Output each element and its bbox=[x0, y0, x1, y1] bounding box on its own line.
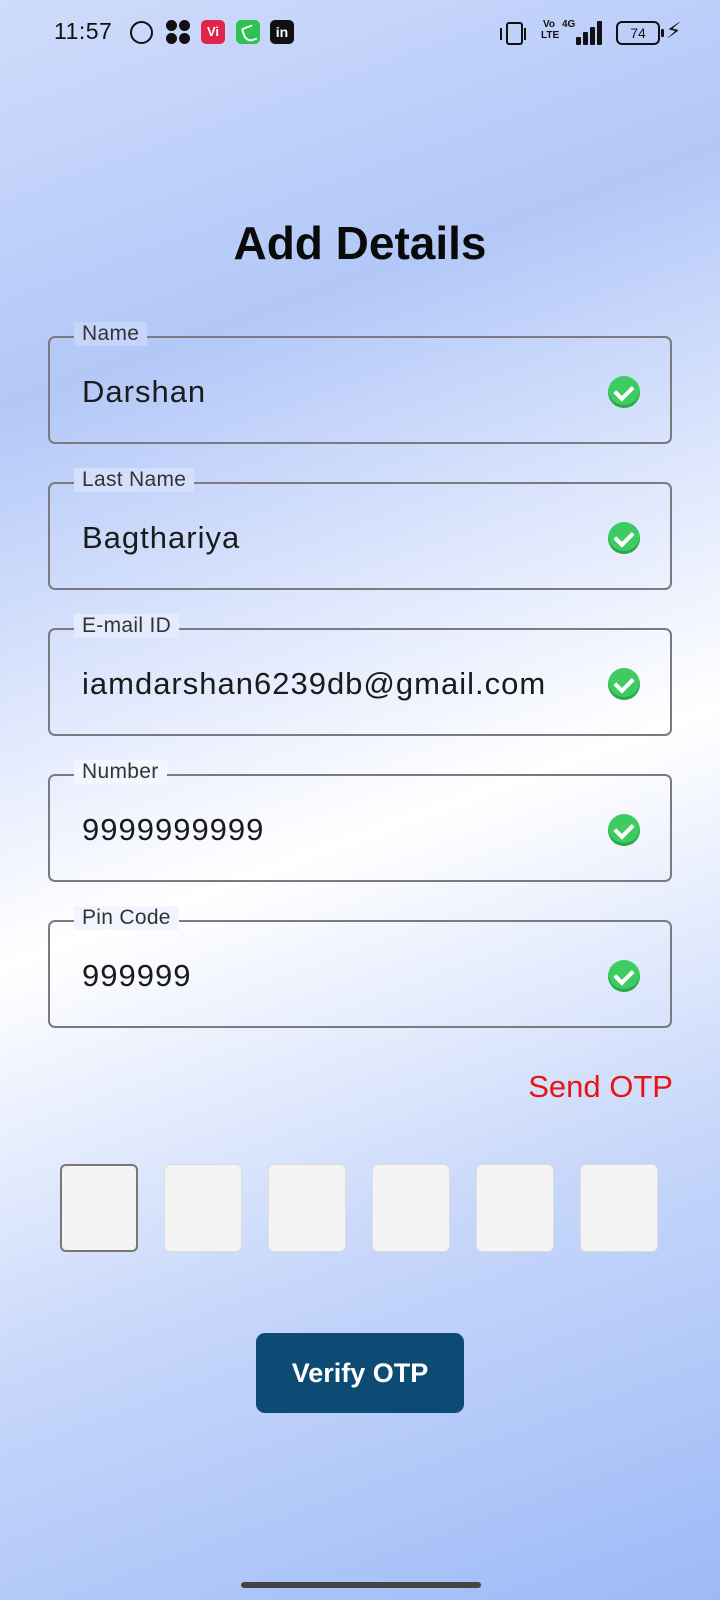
number-field-label: Number bbox=[74, 760, 167, 784]
pin-code-field[interactable]: Pin Code 999999 bbox=[48, 906, 672, 1028]
verify-otp-button[interactable]: Verify OTP bbox=[256, 1333, 464, 1413]
otp-digit-5[interactable] bbox=[476, 1164, 554, 1252]
phone-icon bbox=[236, 20, 260, 44]
vibrate-icon bbox=[500, 22, 526, 45]
name-field-value: Darshan bbox=[82, 374, 207, 409]
check-icon bbox=[608, 376, 640, 408]
check-icon bbox=[608, 960, 640, 992]
last-name-field-value: Bagthariya bbox=[82, 520, 241, 555]
pin-code-field-value: 999999 bbox=[82, 958, 192, 993]
whatsapp-icon bbox=[130, 21, 153, 44]
last-name-field-label: Last Name bbox=[74, 468, 195, 492]
otp-digit-4[interactable] bbox=[372, 1164, 450, 1252]
signal-icon: 4G bbox=[562, 19, 604, 45]
status-bar: 11:57 Vi in Vo LTE 4G 74 ⚡ bbox=[0, 0, 720, 66]
otp-digit-6[interactable] bbox=[580, 1164, 658, 1252]
battery-icon: 74 bbox=[616, 21, 664, 45]
pin-code-field-label: Pin Code bbox=[74, 906, 179, 930]
check-icon bbox=[608, 668, 640, 700]
linkedin-icon: in bbox=[270, 20, 294, 44]
home-indicator[interactable] bbox=[241, 1582, 481, 1588]
name-field-label: Name bbox=[74, 322, 148, 346]
number-field[interactable]: Number 9999999999 bbox=[48, 760, 672, 882]
email-field-value: iamdarshan6239db@gmail.com bbox=[82, 666, 547, 701]
otp-input-row bbox=[60, 1164, 660, 1254]
vi-app-icon: Vi bbox=[201, 20, 225, 44]
battery-level: 74 bbox=[630, 25, 646, 41]
volte-icon: Vo LTE bbox=[541, 19, 560, 41]
page-title: Add Details bbox=[233, 217, 487, 269]
check-icon bbox=[608, 522, 640, 554]
last-name-field[interactable]: Last Name Bagthariya bbox=[48, 468, 672, 590]
status-time: 11:57 bbox=[54, 18, 113, 44]
email-field-label: E-mail ID bbox=[74, 614, 180, 638]
otp-digit-3[interactable] bbox=[268, 1164, 346, 1252]
email-field[interactable]: E-mail ID iamdarshan6239db@gmail.com bbox=[48, 614, 672, 736]
name-field[interactable]: Name Darshan bbox=[48, 322, 672, 444]
number-field-value: 9999999999 bbox=[82, 812, 265, 847]
otp-digit-2[interactable] bbox=[164, 1164, 242, 1252]
send-otp-link[interactable]: Send OTP bbox=[528, 1069, 673, 1105]
charging-icon: ⚡ bbox=[666, 18, 682, 43]
check-icon bbox=[608, 814, 640, 846]
network-type: 4G bbox=[562, 19, 576, 30]
clover-icon bbox=[166, 20, 190, 44]
otp-digit-1[interactable] bbox=[60, 1164, 138, 1252]
